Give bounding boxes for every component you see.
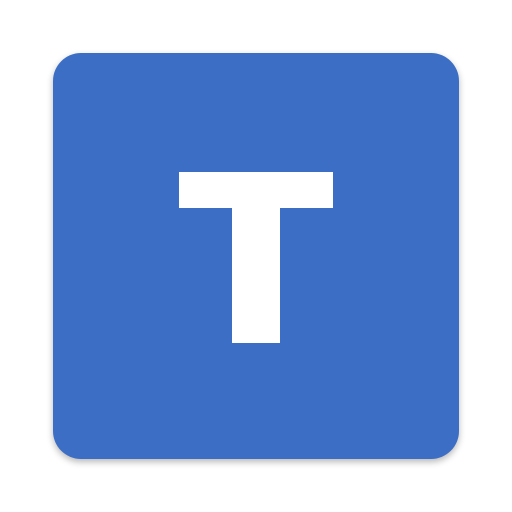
app-icon[interactable]: T	[53, 53, 459, 459]
app-icon-letter: T	[53, 53, 54, 54]
letter-t-icon	[179, 172, 333, 343]
